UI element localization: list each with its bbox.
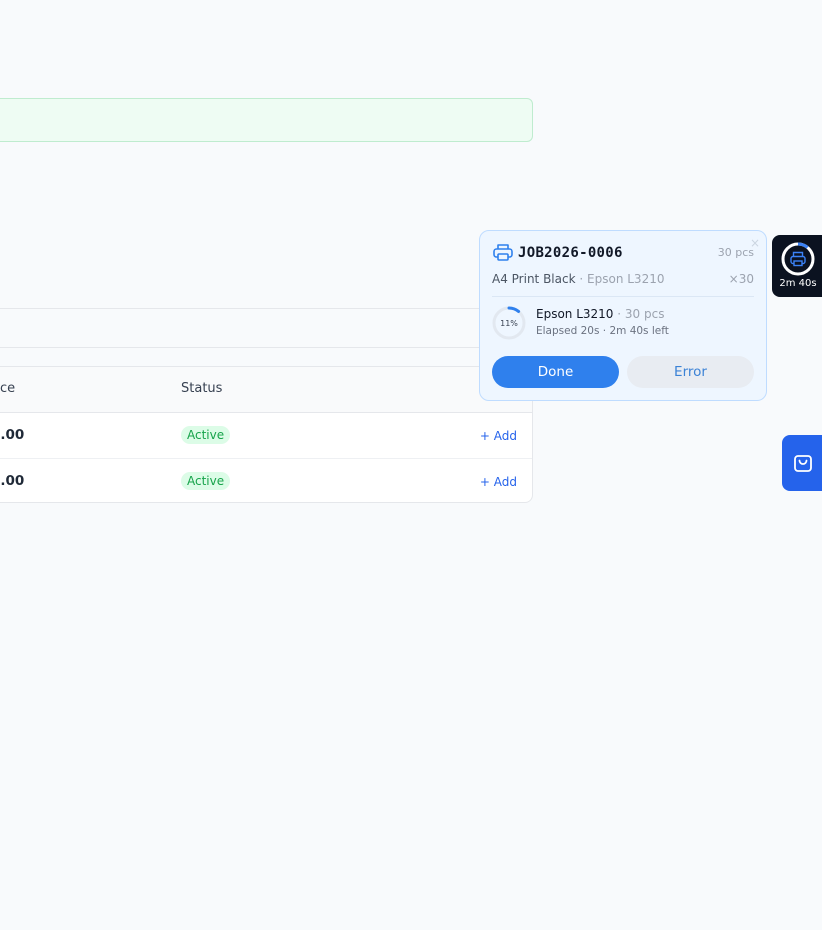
job-printer: Epson L3210 <box>587 272 665 286</box>
remaining-time: 2m 40s left <box>609 325 669 337</box>
status-badge: Active <box>181 426 231 444</box>
section-divider <box>0 308 533 348</box>
price-cell: 2.00 <box>0 473 25 489</box>
progress-percent: 11% <box>500 318 518 328</box>
job-details: A4 Print Black · Epson L3210 ×30 <box>492 272 754 286</box>
separator-dot: · <box>617 307 622 321</box>
price-cell: 3.00 <box>0 427 25 443</box>
status-badge: Active <box>181 472 231 490</box>
card-divider <box>492 296 754 297</box>
error-button[interactable]: Error <box>627 356 754 388</box>
products-table: rice Status 3.00 Active + Add 2.00 Activ… <box>0 366 533 503</box>
separator-dot: · <box>602 325 607 337</box>
job-header: JOB2026-0006 30 pcs <box>492 243 754 265</box>
job-quantity: 30 pcs <box>717 246 754 259</box>
progress-title: Epson L3210 · 30 pcs <box>536 307 664 321</box>
timer-ring <box>781 242 815 276</box>
elapsed-time: Elapsed 20s <box>536 325 600 337</box>
timer-text: 2m 40s <box>779 278 817 289</box>
job-product: A4 Print Black <box>492 272 576 286</box>
print-timer-widget[interactable]: 2m 40s <box>772 235 822 297</box>
table-row: 2.00 Active + Add <box>0 459 532 502</box>
printer-icon <box>790 251 806 267</box>
add-button[interactable]: + Add <box>480 429 517 443</box>
done-button[interactable]: Done <box>492 356 619 388</box>
progress-printer: Epson L3210 <box>536 307 614 321</box>
cart-button[interactable] <box>782 435 822 491</box>
add-button[interactable]: + Add <box>480 475 517 489</box>
table-row: 3.00 Active + Add <box>0 413 532 459</box>
printer-icon <box>493 244 513 261</box>
shopping-bag-icon <box>794 455 812 472</box>
status-column-header: Status <box>181 381 223 396</box>
print-job-card: × JOB2026-0006 30 pcs A4 Print Black · E… <box>479 230 767 401</box>
price-column-header: rice <box>0 381 16 396</box>
separator-dot: · <box>579 272 584 286</box>
progress-meta: Elapsed 20s · 2m 40s left <box>536 325 669 337</box>
job-id: JOB2026-0006 <box>518 245 623 261</box>
success-banner <box>0 98 533 142</box>
progress-quantity: 30 pcs <box>624 307 665 321</box>
table-header: rice Status <box>0 367 532 413</box>
job-multiplier: ×30 <box>728 272 754 286</box>
